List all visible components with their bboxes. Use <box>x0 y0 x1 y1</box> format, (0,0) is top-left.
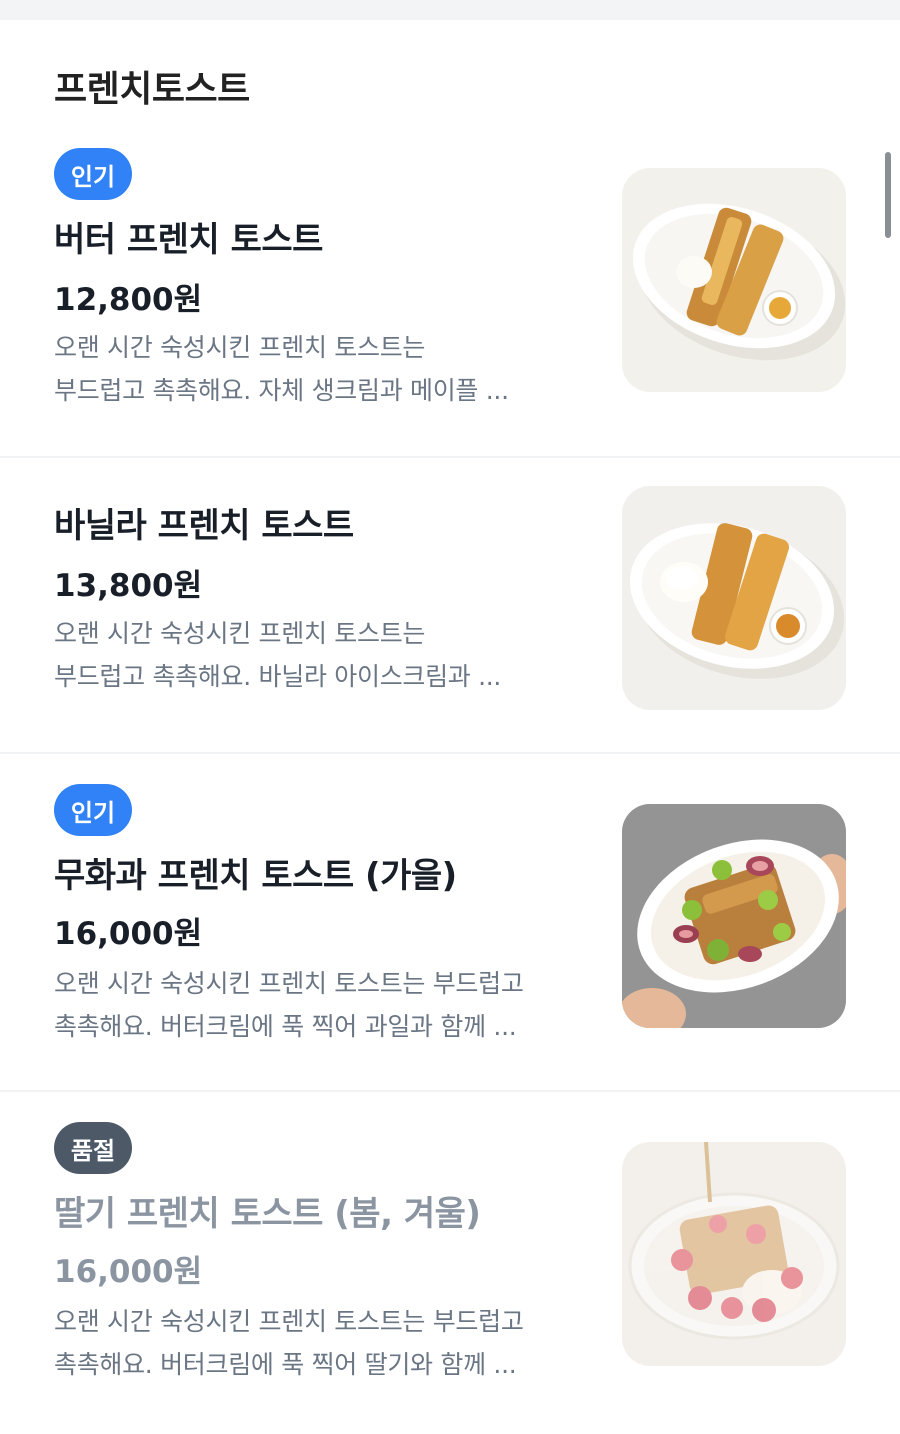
menu-item-price: 16,000원 <box>54 1254 203 1290</box>
menu-item-description: 오랜 시간 숙성시킨 프렌치 토스트는 부드럽고 촉촉해요. 버터크림에 푹 찍… <box>54 1300 574 1386</box>
menu-item-strawberry[interactable]: 품절 딸기 프렌치 토스트 (봄, 겨울) 16,000원 오랜 시간 숙성시킨… <box>0 1092 900 1434</box>
menu-item-butter[interactable]: 인기 버터 프렌치 토스트 12,800원 오랜 시간 숙성시킨 프렌치 토스트… <box>0 0 900 458</box>
menu-item-name: 버터 프렌치 토스트 <box>54 220 323 260</box>
menu-item-fig[interactable]: 인기 무화과 프렌치 토스트 (가을) 16,000원 오랜 시간 숙성시킨 프… <box>0 754 900 1092</box>
menu-item-name: 딸기 프렌치 토스트 (봄, 겨울) <box>54 1194 481 1234</box>
popular-badge: 인기 <box>54 784 132 836</box>
menu-item-description: 오랜 시간 숙성시킨 프렌치 토스트는 부드럽고 촉촉해요. 바닐라 아이스크림… <box>54 612 574 698</box>
menu-item-description: 오랜 시간 숙성시킨 프렌치 토스트는 부드럽고 촉촉해요. 자체 생크림과 메… <box>54 326 574 412</box>
strawberry-french-toast-photo <box>622 1142 846 1366</box>
vanilla-french-toast-photo <box>622 486 846 710</box>
menu-item-price: 12,800원 <box>54 282 203 318</box>
description-line-1: 오랜 시간 숙성시킨 프렌치 토스트는 부드럽고 <box>54 1307 524 1336</box>
butter-french-toast-photo <box>622 168 846 392</box>
description-line-2: 부드럽고 촉촉해요. 바닐라 아이스크림과 ... <box>54 662 502 691</box>
description-line-1: 오랜 시간 숙성시킨 프렌치 토스트는 <box>54 333 426 362</box>
description-line-2: 부드럽고 촉촉해요. 자체 생크림과 메이플 ... <box>54 376 509 405</box>
fig-french-toast-photo <box>622 804 846 1028</box>
description-line-1: 오랜 시간 숙성시킨 프렌치 토스트는 <box>54 619 426 648</box>
menu-item-description: 오랜 시간 숙성시킨 프렌치 토스트는 부드럽고 촉촉해요. 버터크림에 푹 찍… <box>54 962 574 1048</box>
description-line-2: 촉촉해요. 버터크림에 푹 찍어 과일과 함께 ... <box>54 1012 517 1041</box>
popular-badge: 인기 <box>54 148 132 200</box>
description-line-2: 촉촉해요. 버터크림에 푹 찍어 딸기와 함께 ... <box>54 1350 517 1379</box>
menu-item-price: 13,800원 <box>54 568 203 604</box>
soldout-badge: 품절 <box>54 1122 132 1174</box>
menu-item-vanilla[interactable]: 바닐라 프렌치 토스트 13,800원 오랜 시간 숙성시킨 프렌치 토스트는 … <box>0 458 900 754</box>
menu-item-price: 16,000원 <box>54 916 203 952</box>
menu-item-name: 바닐라 프렌치 토스트 <box>54 506 354 546</box>
scrollbar[interactable] <box>885 152 891 238</box>
menu-item-name: 무화과 프렌치 토스트 (가을) <box>54 856 457 896</box>
description-line-1: 오랜 시간 숙성시킨 프렌치 토스트는 부드럽고 <box>54 969 524 998</box>
